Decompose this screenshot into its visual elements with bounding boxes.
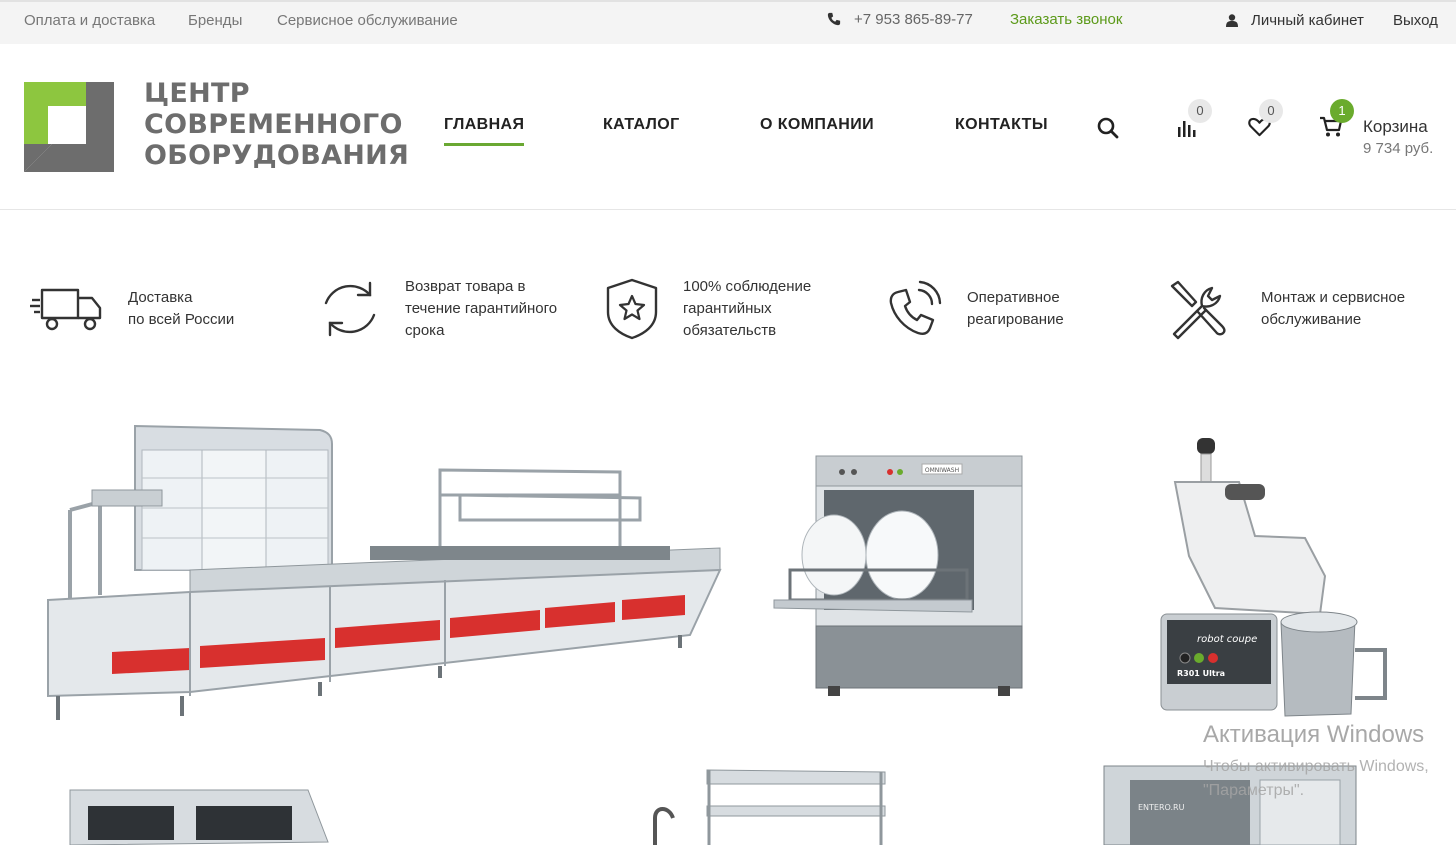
feature-response-text: Оперативное реагирование (967, 289, 1064, 328)
oven-brand: ENTERO.RU (1138, 803, 1185, 812)
personal-account-link[interactable]: Личный кабинет (1251, 12, 1364, 29)
electric-stove-image[interactable] (68, 786, 330, 845)
top-bar: Оплата и доставка Бренды Сервисное обслу… (0, 0, 1456, 44)
windows-activation-subtitle: Чтобы активировать Windows, "Параметры". (1203, 758, 1429, 799)
feature-warranty-text: 100% соблюдение гарантийных обязательств (683, 278, 812, 339)
cart-label[interactable]: Корзина (1363, 117, 1428, 137)
nav-home[interactable]: ГЛАВНАЯ (444, 116, 525, 146)
phone-number[interactable]: +7 953 865-89-77 (854, 11, 973, 28)
logout-link[interactable]: Выход (1393, 12, 1438, 29)
food-processor-image[interactable]: robot coupe R301 Ultra (1155, 436, 1395, 726)
feature-return-text: Возврат товара в течение гарантийного ср… (405, 278, 558, 339)
features-row: Доставка по всей России Возврат товара в… (0, 260, 1456, 360)
food-processor-brand: robot coupe (1197, 634, 1257, 645)
compare-count-badge: 0 (1188, 99, 1212, 123)
logo-line-3: ОБОРУДОВАНИЯ (144, 140, 410, 171)
windows-activation-title: Активация Windows (1203, 721, 1425, 748)
brands-link[interactable]: Бренды (188, 12, 242, 29)
feature-installation-text: Монтаж и сервисное обслуживание (1261, 289, 1406, 328)
serving-line-image[interactable] (40, 420, 730, 740)
shield-star-icon (606, 278, 658, 340)
nav-about[interactable]: О КОМПАНИИ (760, 116, 874, 134)
nav-catalog[interactable]: КАТАЛОГ (603, 116, 680, 134)
dishwasher-image[interactable]: OMNIWASH (772, 450, 1028, 720)
cart-count-badge: 1 (1330, 99, 1354, 123)
favorites-count-badge: 0 (1259, 99, 1283, 123)
phone-call-icon (889, 280, 942, 335)
cart-sum: 9 734 руб. (1363, 140, 1434, 157)
refresh-icon (324, 281, 376, 337)
callback-link[interactable]: Заказать звонок (1010, 11, 1122, 28)
logo-text[interactable]: ЦЕНТР СОВРЕМЕННОГО ОБОРУДОВАНИЯ (144, 78, 409, 171)
logo-line-2: СОВРЕМЕННОГО (144, 109, 403, 140)
logo-mark-icon[interactable] (24, 82, 114, 172)
main-header: ЦЕНТР СОВРЕМЕННОГО ОБОРУДОВАНИЯ ГЛАВНАЯ … (0, 44, 1456, 210)
service-link[interactable]: Сервисное обслуживание (277, 12, 458, 29)
nav-contacts[interactable]: КОНТАКТЫ (955, 116, 1048, 134)
tools-icon (1170, 280, 1226, 340)
dishwasher-brand: OMNIWASH (925, 467, 959, 474)
food-processor-model: R301 Ultra (1177, 669, 1225, 678)
truck-icon (30, 288, 102, 331)
payment-delivery-link[interactable]: Оплата и доставка (24, 12, 155, 29)
logo-line-1: ЦЕНТР (144, 78, 250, 109)
feature-delivery-text: Доставка по всей России (128, 289, 235, 328)
search-icon[interactable] (1097, 117, 1119, 139)
user-icon (1226, 14, 1238, 27)
work-table-shelf-image[interactable] (645, 766, 887, 845)
phone-icon (827, 12, 841, 26)
